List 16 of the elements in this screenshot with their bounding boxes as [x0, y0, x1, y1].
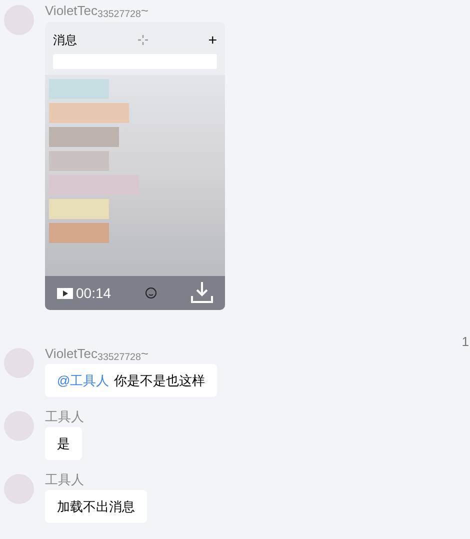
sender-name: 工具人: [45, 472, 84, 488]
message-text: 你是不是也这样: [114, 372, 206, 390]
sender-name: VioletTec$_{33527728}$~: [45, 3, 148, 19]
play-icon[interactable]: [57, 288, 73, 298]
message-text: 是: [57, 434, 70, 453]
download-icon[interactable]: [190, 282, 213, 304]
mention-link[interactable]: @工具人: [57, 370, 110, 390]
message-text: 加载不出消息: [57, 498, 135, 516]
sender-name: 工具人: [45, 409, 84, 425]
screen-title: 消息: [53, 32, 77, 49]
spinner-icon: [138, 35, 148, 45]
side-marker: 1: [462, 333, 469, 351]
sender-name: VioletTec$_{33527728}$~: [45, 346, 148, 362]
video-thumbnail[interactable]: 消息 + 00:14: [45, 22, 225, 310]
add-label: +: [208, 32, 217, 48]
video-duration: 00:14: [76, 284, 112, 302]
